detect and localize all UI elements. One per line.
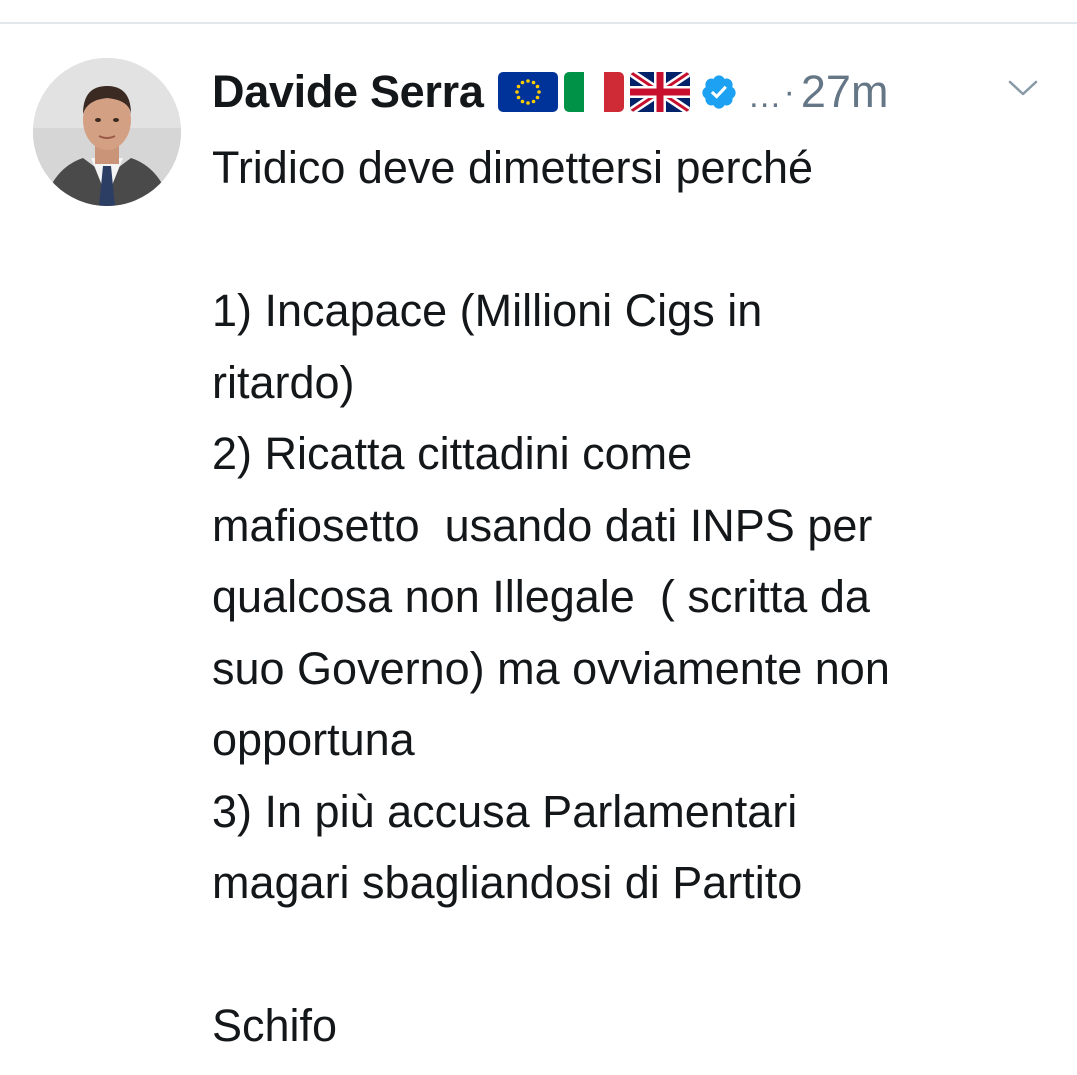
- avatar[interactable]: [33, 58, 181, 206]
- uk-flag-icon: [629, 72, 690, 112]
- tweet-header: Davide Serra … · 27m: [212, 62, 888, 122]
- tweet-text-line: opportuna: [212, 714, 415, 765]
- tweet-text-line: [212, 204, 1052, 276]
- tweet-card[interactable]: Davide Serra … · 27m Tridico deve dimett…: [0, 24, 1077, 1075]
- name-overflow-ellipsis: …: [747, 76, 782, 115]
- eu-flag-icon: [497, 72, 558, 112]
- author-name[interactable]: Davide Serra: [212, 66, 484, 118]
- tweet-text-line: ritardo): [212, 356, 355, 408]
- tweet-text-line: magari sbagliandosi di Partito: [212, 857, 803, 908]
- avatar-photo: [33, 58, 181, 206]
- tweet-timestamp[interactable]: 27m: [801, 66, 889, 118]
- top-divider: [0, 0, 1077, 24]
- tweet-text-line: 2) Ricatta cittadini come: [212, 428, 693, 479]
- tweet-text-line: Schifo: [212, 1000, 338, 1051]
- tweet-text-line: qualcosa non Illegale ( scritta da: [212, 571, 870, 622]
- tweet-text-line: 1) Incapace (Millioni Cigs in: [212, 285, 763, 336]
- tweet-text-line: suo Governo) ma ovviamente non: [212, 642, 890, 694]
- tweet-text-line: [212, 919, 1052, 991]
- italy-flag-icon: [563, 72, 624, 112]
- chevron-down-icon[interactable]: [1004, 76, 1042, 100]
- tweet-text-line: 3) In più accusa Parlamentari: [212, 785, 798, 837]
- verified-badge-icon: [701, 75, 736, 109]
- header-separator: ·: [783, 72, 795, 111]
- tweet-text: Tridico deve dimettersi perché 1) Incapa…: [212, 132, 1052, 1062]
- tweet-text-line: mafiosetto usando dati INPS per: [212, 499, 873, 551]
- tweet-text-line: Tridico deve dimettersi perché: [212, 142, 814, 193]
- flag-emojis: [497, 72, 690, 112]
